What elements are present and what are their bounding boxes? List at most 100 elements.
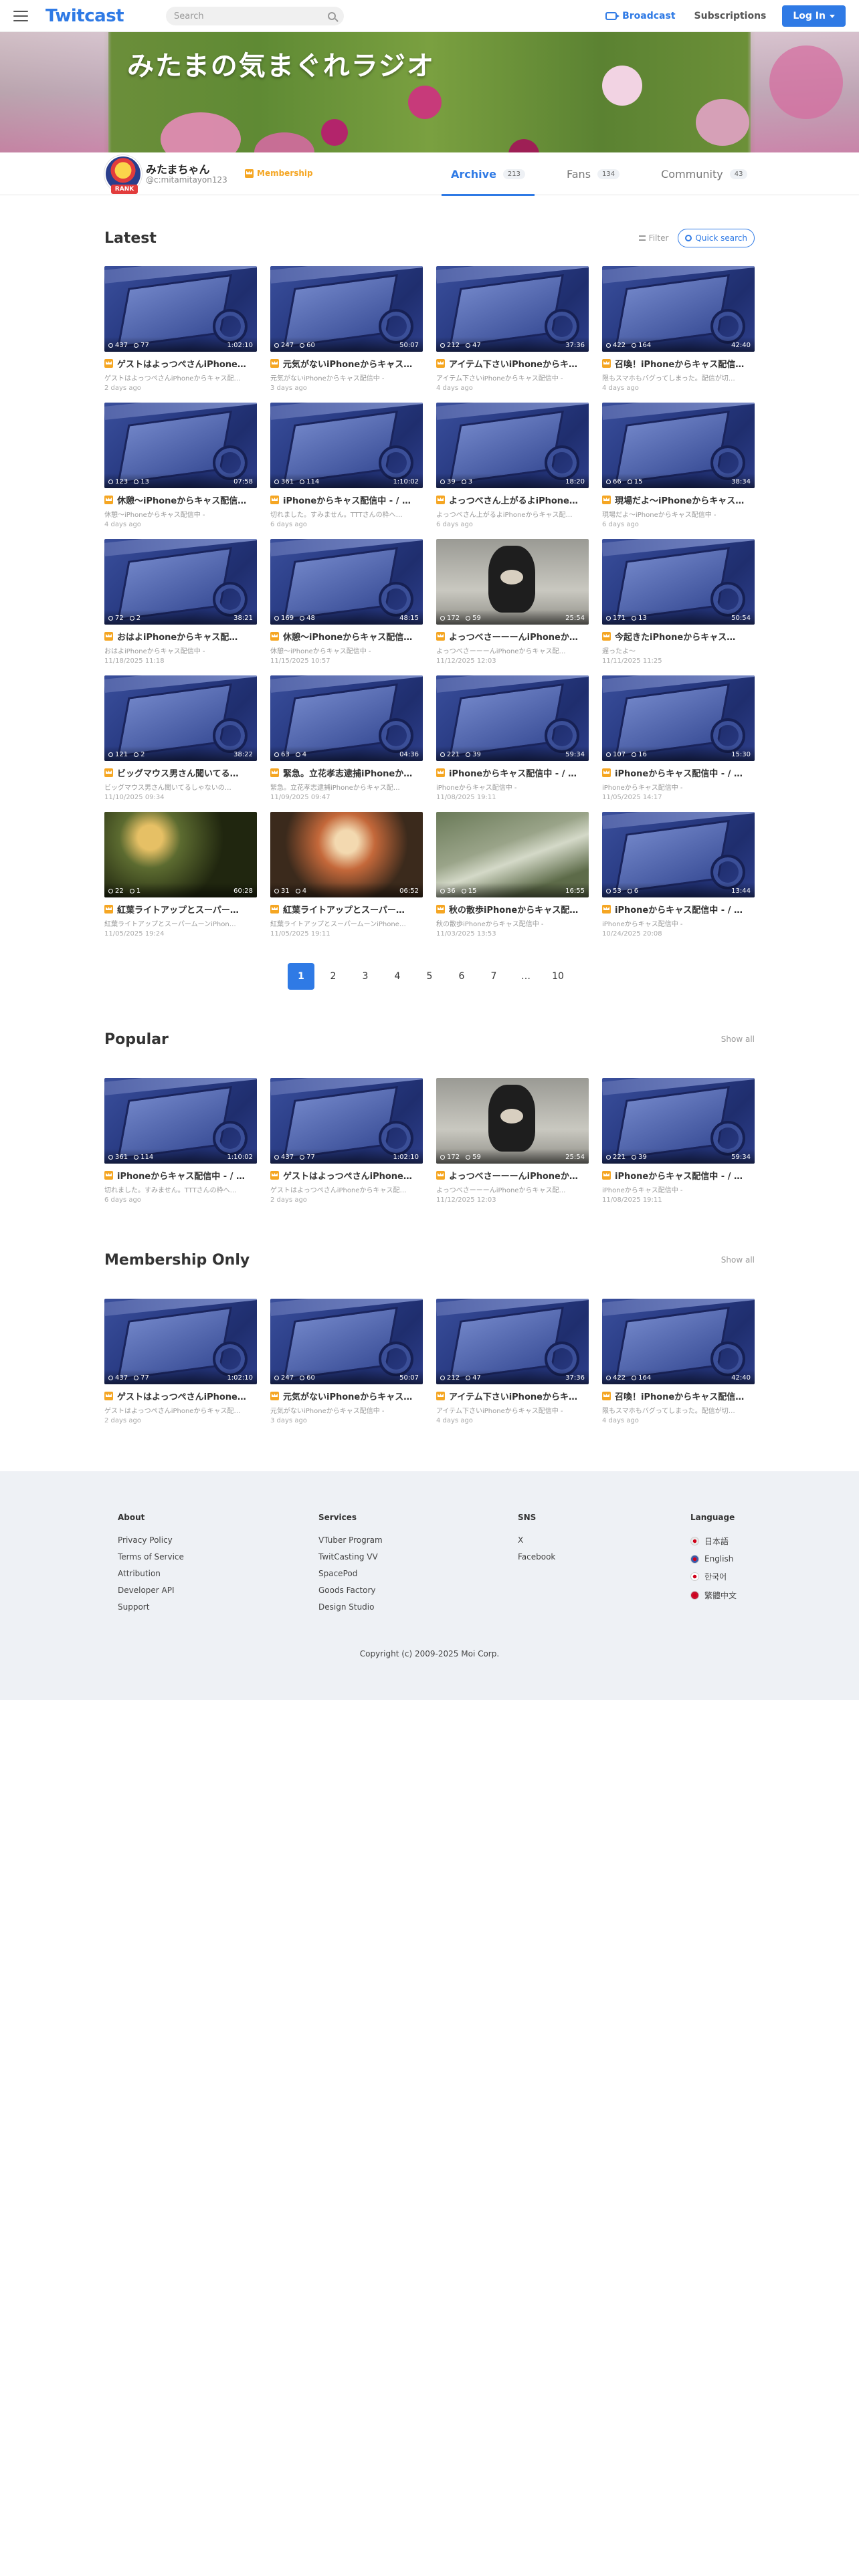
video-title[interactable]: よっつべさん上がるよiPhone… bbox=[436, 494, 589, 506]
video-card[interactable]: 212 47 37:36 アイテム下さいiPhoneからキ… アイテム下さいiPhone… bbox=[436, 1299, 589, 1424]
video-title[interactable]: よっつべさーーーんiPhoneか… bbox=[436, 630, 589, 643]
footer-link[interactable]: VTuber Program bbox=[318, 1535, 383, 1545]
video-card[interactable]: 22 1 60:28 紅葉ライトアップとスーパー… 紅葉ライトアップとスーパームーンiP… bbox=[104, 812, 257, 938]
page-button[interactable]: 4 bbox=[384, 963, 411, 990]
video-title[interactable]: 元気がないiPhoneからキャス… bbox=[270, 357, 423, 370]
video-thumbnail[interactable]: 361 114 1:10:02 bbox=[270, 403, 423, 488]
video-title[interactable]: よっつべさーーーんiPhoneか… bbox=[436, 1169, 589, 1182]
video-thumbnail[interactable]: 22 1 60:28 bbox=[104, 812, 257, 897]
page-button[interactable]: 1 bbox=[288, 963, 314, 990]
video-thumbnail[interactable]: 247 60 50:07 bbox=[270, 1299, 423, 1384]
video-thumbnail[interactable]: 422 164 42:40 bbox=[602, 266, 755, 352]
video-card[interactable]: 221 39 59:34 iPhoneからキャス配信中 - / … iPhoneからキャ… bbox=[436, 675, 589, 801]
search-input[interactable]: Search bbox=[166, 7, 344, 25]
page-button[interactable]: 5 bbox=[416, 963, 443, 990]
site-logo[interactable]: Twitcast bbox=[45, 6, 124, 26]
video-thumbnail[interactable]: 172 59 25:54 bbox=[436, 1078, 589, 1164]
video-title[interactable]: 紅葉ライトアップとスーパー… bbox=[270, 903, 423, 916]
page-button[interactable]: 6 bbox=[448, 963, 475, 990]
video-thumbnail[interactable]: 36 15 16:55 bbox=[436, 812, 589, 897]
search-icon[interactable] bbox=[328, 12, 336, 20]
video-title[interactable]: iPhoneからキャス配信中 - / … bbox=[602, 1169, 755, 1182]
video-card[interactable]: 361 114 1:10:02 iPhoneからキャス配信中 - / … 切れました。す… bbox=[270, 403, 423, 528]
footer-link[interactable]: Attribution bbox=[118, 1569, 184, 1578]
video-card[interactable]: 361 114 1:10:02 iPhoneからキャス配信中 - / … 切れました。す… bbox=[104, 1078, 257, 1204]
tab-fans[interactable]: Fans 134 bbox=[557, 152, 629, 195]
page-button[interactable]: 7 bbox=[480, 963, 507, 990]
video-thumbnail[interactable]: 212 47 37:36 bbox=[436, 266, 589, 352]
video-card[interactable]: 31 4 06:52 紅葉ライトアップとスーパー… 紅葉ライトアップとスーパームーンiP… bbox=[270, 812, 423, 938]
subscriptions-link[interactable]: Subscriptions bbox=[694, 11, 767, 21]
video-title[interactable]: 元気がないiPhoneからキャス… bbox=[270, 1390, 423, 1402]
video-thumbnail[interactable]: 39 3 18:20 bbox=[436, 403, 589, 488]
footer-link[interactable]: Facebook bbox=[518, 1552, 555, 1562]
video-title[interactable]: 紅葉ライトアップとスーパー… bbox=[104, 903, 257, 916]
video-thumbnail[interactable]: 437 77 1:02:10 bbox=[270, 1078, 423, 1164]
video-card[interactable]: 247 60 50:07 元気がないiPhoneからキャス… 元気がないiPhoneから… bbox=[270, 1299, 423, 1424]
footer-link[interactable]: Terms of Service bbox=[118, 1552, 184, 1562]
video-card[interactable]: 437 77 1:02:10 ゲストはよっつぺさんiPhone… ゲストはよっつぺさんi… bbox=[270, 1078, 423, 1204]
filter-button[interactable]: Filter bbox=[638, 233, 668, 243]
video-card[interactable]: 247 60 50:07 元気がないiPhoneからキャス… 元気がないiPhoneから… bbox=[270, 266, 423, 392]
footer-link[interactable]: 日本語 bbox=[690, 1535, 737, 1547]
video-title[interactable]: 今起きたiPhoneからキャス… bbox=[602, 630, 755, 643]
video-thumbnail[interactable]: 361 114 1:10:02 bbox=[104, 1078, 257, 1164]
video-card[interactable]: 53 6 13:44 iPhoneからキャス配信中 - / … iPhoneからキャス配… bbox=[602, 812, 755, 938]
membership-link[interactable]: Membership bbox=[245, 169, 313, 178]
video-card[interactable]: 123 13 07:58 休憩〜iPhoneからキャス配信… 休憩〜iPhoneからキャ… bbox=[104, 403, 257, 528]
video-title[interactable]: 現場だよ〜iPhoneからキャス… bbox=[602, 494, 755, 506]
tab-community[interactable]: Community 43 bbox=[652, 152, 757, 195]
video-thumbnail[interactable]: 66 15 38:34 bbox=[602, 403, 755, 488]
footer-link[interactable]: Support bbox=[118, 1602, 184, 1612]
video-thumbnail[interactable]: 169 48 48:15 bbox=[270, 539, 423, 625]
video-card[interactable]: 437 77 1:02:10 ゲストはよっつぺさんiPhone… ゲストはよっつぺさんi… bbox=[104, 266, 257, 392]
video-card[interactable]: 221 39 59:34 iPhoneからキャス配信中 - / … iPhoneからキャ… bbox=[602, 1078, 755, 1204]
page-button[interactable]: 3 bbox=[352, 963, 379, 990]
video-thumbnail[interactable]: 123 13 07:58 bbox=[104, 403, 257, 488]
page-button[interactable]: 2 bbox=[320, 963, 347, 990]
video-thumbnail[interactable]: 247 60 50:07 bbox=[270, 266, 423, 352]
avatar[interactable]: RANK bbox=[104, 155, 142, 194]
video-card[interactable]: 169 48 48:15 休憩〜iPhoneからキャス配信… 休憩〜iPhoneからキャ… bbox=[270, 539, 423, 665]
page-button[interactable]: 10 bbox=[545, 963, 571, 990]
quick-search-button[interactable]: Quick search bbox=[678, 229, 755, 247]
video-thumbnail[interactable]: 107 16 15:30 bbox=[602, 675, 755, 761]
video-thumbnail[interactable]: 63 4 04:36 bbox=[270, 675, 423, 761]
profile-name[interactable]: みたまちゃん bbox=[146, 160, 210, 177]
video-title[interactable]: ビッグマウス男さん聞いてる… bbox=[104, 766, 257, 779]
broadcast-button[interactable]: Broadcast bbox=[605, 11, 676, 21]
video-thumbnail[interactable]: 121 2 38:22 bbox=[104, 675, 257, 761]
page-button[interactable]: … bbox=[512, 963, 539, 990]
footer-link[interactable]: Goods Factory bbox=[318, 1586, 383, 1595]
video-title[interactable]: iPhoneからキャス配信中 - / … bbox=[602, 766, 755, 779]
video-card[interactable]: 66 15 38:34 現場だよ〜iPhoneからキャス… 現場だよ〜iPhoneからキ… bbox=[602, 403, 755, 528]
video-card[interactable]: 212 47 37:36 アイテム下さいiPhoneからキ… アイテム下さいiPhone… bbox=[436, 266, 589, 392]
video-title[interactable]: iPhoneからキャス配信中 - / … bbox=[436, 766, 589, 779]
video-card[interactable]: 437 77 1:02:10 ゲストはよっつぺさんiPhone… ゲストはよっつぺさんi… bbox=[104, 1299, 257, 1424]
video-title[interactable]: iPhoneからキャス配信中 - / … bbox=[602, 903, 755, 916]
video-thumbnail[interactable]: 437 77 1:02:10 bbox=[104, 1299, 257, 1384]
video-title[interactable]: 秋の散歩iPhoneからキャス配… bbox=[436, 903, 589, 916]
login-button[interactable]: Log In bbox=[782, 5, 846, 27]
video-thumbnail[interactable]: 31 4 06:52 bbox=[270, 812, 423, 897]
footer-link[interactable]: English bbox=[690, 1554, 737, 1564]
video-card[interactable]: 172 59 25:54 よっつべさーーーんiPhoneか… よっつべさーーーんiPho… bbox=[436, 1078, 589, 1204]
footer-link[interactable]: X bbox=[518, 1535, 555, 1545]
video-thumbnail[interactable]: 172 59 25:54 bbox=[436, 539, 589, 625]
video-title[interactable]: ゲストはよっつぺさんiPhone… bbox=[104, 357, 257, 370]
footer-link[interactable]: 한국어 bbox=[690, 1571, 737, 1582]
footer-link[interactable]: SpacePod bbox=[318, 1569, 383, 1578]
video-card[interactable]: 422 164 42:40 召喚！iPhoneからキャス配信… 限もスマホもバグってしま… bbox=[602, 1299, 755, 1424]
video-title[interactable]: アイテム下さいiPhoneからキ… bbox=[436, 1390, 589, 1402]
show-all-link[interactable]: Show all bbox=[721, 1255, 755, 1265]
video-title[interactable]: 休憩〜iPhoneからキャス配信… bbox=[270, 630, 423, 643]
video-card[interactable]: 107 16 15:30 iPhoneからキャス配信中 - / … iPhoneからキャ… bbox=[602, 675, 755, 801]
video-thumbnail[interactable]: 212 47 37:36 bbox=[436, 1299, 589, 1384]
video-title[interactable]: ゲストはよっつぺさんiPhone… bbox=[104, 1390, 257, 1402]
video-thumbnail[interactable]: 221 39 59:34 bbox=[602, 1078, 755, 1164]
video-card[interactable]: 121 2 38:22 ビッグマウス男さん聞いてる… ビッグマウス男さん聞いてるしゃない… bbox=[104, 675, 257, 801]
footer-link[interactable]: Developer API bbox=[118, 1586, 184, 1595]
footer-link[interactable]: Privacy Policy bbox=[118, 1535, 184, 1545]
video-title[interactable]: アイテム下さいiPhoneからキ… bbox=[436, 357, 589, 370]
video-thumbnail[interactable]: 422 164 42:40 bbox=[602, 1299, 755, 1384]
